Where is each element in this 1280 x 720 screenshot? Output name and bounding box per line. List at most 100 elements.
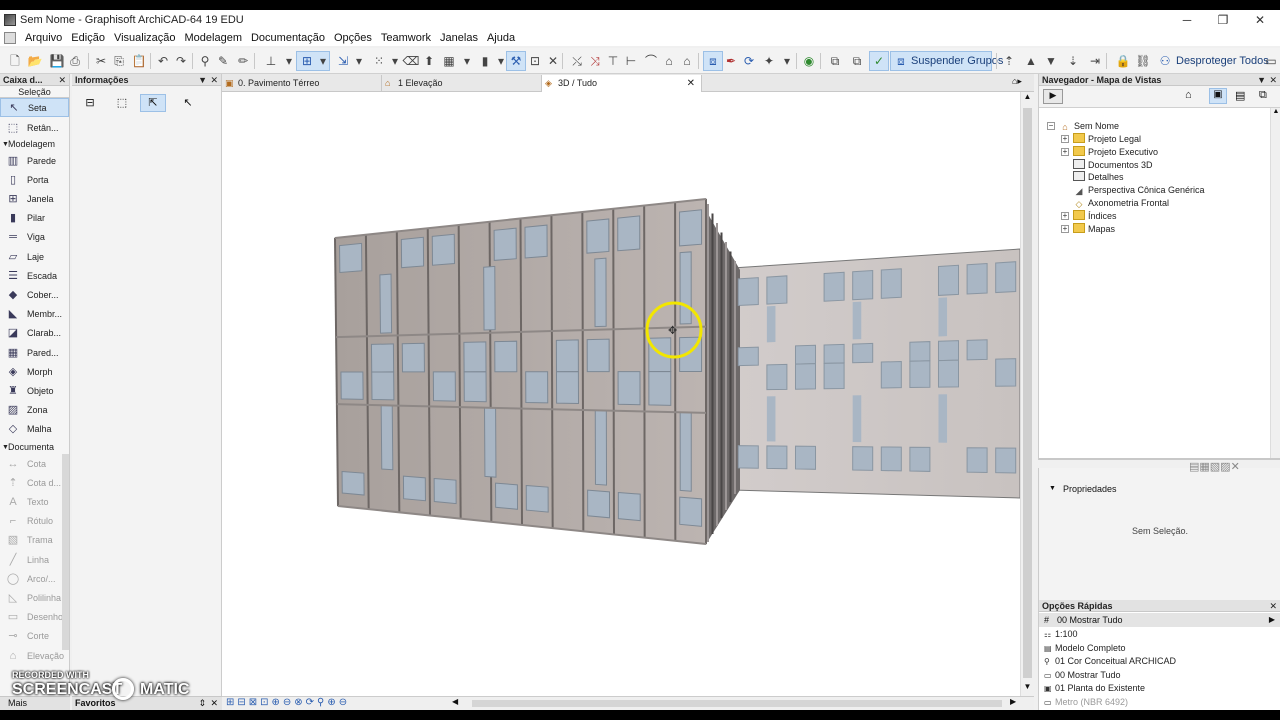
close-icon[interactable]: ✕ [1269,600,1277,611]
properties-header[interactable]: ▼ Propriedades [1039,482,1280,496]
save-icon[interactable]: 💾 [48,52,66,70]
dropdown-arrow-icon[interactable]: ▾ [350,52,368,70]
dropdown-arrow-icon[interactable]: ▾ [314,52,332,70]
close-icon[interactable]: ✕ [58,74,66,85]
scroll-thumb[interactable] [1023,108,1032,678]
panel-menu-icon[interactable]: ▼ [198,74,207,85]
tree-root[interactable]: − ⌂ Sem Nome [1047,120,1119,133]
tree-item-projeto-executivo[interactable]: + Projeto Executivo [1061,145,1158,159]
close-tab-icon[interactable]: ✕ [687,75,695,92]
tool-elevation[interactable]: ⌂ Elevação [0,646,69,665]
trim-icon[interactable]: ⤯ [568,52,586,70]
zoom-controls[interactable]: ⊞⊟⊠⊡⊕⊖⊗⟳⚲⊕⊖ [226,697,350,708]
expand-node-icon[interactable]: + [1061,147,1069,156]
tool-shell[interactable]: ◣ Membr... [0,305,69,324]
tool-skylight[interactable]: ◪ Clarab... [0,324,69,343]
tree-item-mapas[interactable]: + Mapas [1061,222,1115,236]
quick-option-scale[interactable]: ⚏ 1:100 [1039,628,1280,641]
menu-modelagem[interactable]: Modelagem [182,32,248,44]
tool-door[interactable]: ▯ Porta [0,170,69,189]
house-icon[interactable]: ⌂ [678,52,696,70]
dropdown-arrow-icon[interactable]: ▾ [778,52,796,70]
tool-object[interactable]: ♜ Objeto [0,381,69,400]
suspend-groups-button[interactable]: Suspender Grupos [911,52,1003,70]
tool-label[interactable]: ⌐ Rótulo [0,512,69,531]
tab-3d-tudo[interactable]: ◈ 3D / Tudo ✕ [542,75,702,92]
quick-options-header[interactable]: Opções Rápidas ✕ [1039,600,1280,612]
scroll-right-arrow-icon[interactable]: ▶ [1010,697,1016,706]
unlock-icon[interactable]: ⛓ [1134,52,1152,70]
find-select-icon[interactable]: ⚲ [196,52,214,70]
tool-column[interactable]: ▮ Pilar [0,209,69,228]
undo-icon[interactable]: ↶ [154,52,172,70]
expand-node-icon[interactable]: + [1061,211,1069,220]
close-icon[interactable]: ✕ [1269,74,1277,85]
selection-method-icon[interactable]: ⇱ [140,94,166,112]
tool-line[interactable]: ╱ Linha [0,550,69,569]
3d-cutaway-icon[interactable]: ⧈ [704,52,722,70]
inject-icon[interactable]: ✏ [234,52,252,70]
edit-group-icon[interactable]: ✓ [870,52,888,70]
view-map-icon[interactable]: ▣ [1209,88,1227,104]
tool-drawing[interactable]: ▭ Desenho [0,608,69,627]
collapse-arrow-icon[interactable]: ▼ [1049,482,1056,496]
render-icon[interactable]: ✦ [760,52,778,70]
tree-item-documentos-3d[interactable]: Documentos 3D [1073,158,1153,172]
bring-forward-icon[interactable]: ⇡ [1000,52,1018,70]
roof-icon[interactable]: ⌂ [660,52,678,70]
new-file-icon[interactable]: 🗋 [6,52,24,70]
intersect-icon[interactable]: ⊢ [622,52,640,70]
reset-order-icon[interactable]: ⇥ [1086,52,1104,70]
menu-ajuda[interactable]: Ajuda [484,32,521,44]
scroll-up-arrow-icon[interactable]: ▲ [1271,108,1280,115]
tool-beam[interactable]: ═ Viga [0,228,69,247]
document-menu-icon[interactable] [4,32,16,44]
tool-morph[interactable]: ◈ Morph [0,362,69,381]
properties-action-icons[interactable]: ▤▦▧▨✕ [1189,460,1240,473]
scroll-left-arrow-icon[interactable]: ◀ [452,697,458,706]
pointer-icon[interactable]: ⬆ [420,52,438,70]
tab-pavimento-terreo[interactable]: ▣ 0. Pavimento Térreo [222,75,382,92]
target-icon[interactable]: ◉ [800,52,818,70]
quick-option-model-view-options[interactable]: ▤ Modelo Completo [1039,642,1280,655]
tool-roof[interactable]: ◆ Cober... [0,285,69,304]
close-icon[interactable]: ✕ [210,74,218,85]
offset-icon[interactable]: ⊡ [526,52,544,70]
menu-documentacao[interactable]: Documentação [248,32,331,44]
menu-visualizacao[interactable]: Visualização [111,32,182,44]
cross-icon[interactable]: ✕ [544,52,562,70]
magic-wand-icon[interactable]: ⚒ [507,52,525,70]
maximize-button[interactable]: ❐ [1208,12,1238,28]
collapse-node-icon[interactable]: − [1047,122,1055,130]
tool-text[interactable]: A Texto [0,492,69,511]
navigator-scrollbar[interactable]: ▲ [1270,108,1280,458]
navigator-mode-icon[interactable]: ▶ [1043,89,1063,104]
vertical-scrollbar[interactable]: ▲ ▼ [1020,92,1034,696]
move-down-icon[interactable]: ▼ [1042,52,1060,70]
modeling-group-header[interactable]: Modelagem [0,138,69,151]
tab-list-icon[interactable]: ⌂▸ [1012,76,1022,87]
tool-level-dimension[interactable]: ⇡ Cota d... [0,473,69,492]
quick-option-layer-combination[interactable]: ▭ 00 Mostrar Tudo [1039,669,1280,682]
dropdown-arrow-icon[interactable]: ▾ [458,52,476,70]
quick-option-renovation-filter[interactable]: ▣ 01 Planta do Existente [1039,682,1280,695]
copy-icon[interactable]: ⎘ [110,52,128,70]
eraser-icon[interactable]: ⌫ [402,52,420,70]
panel-menu-icon[interactable]: ▼ [1257,74,1266,85]
overflow-icon[interactable]: ▭ [1262,52,1280,70]
marquee-type-icon[interactable]: ⬚ [112,96,132,112]
project-map-icon[interactable]: ⌂ [1185,89,1192,101]
tool-dimension[interactable]: ↔ Cota [0,454,69,473]
close-window-button[interactable]: ✕ [1245,12,1275,28]
3d-viewport[interactable]: ✥ [222,92,1020,696]
minimize-button[interactable]: ─ [1172,12,1202,28]
tree-item-detalhes[interactable]: Detalhes [1073,171,1124,184]
markup-icon[interactable]: ✒ [722,52,740,70]
split-icon[interactable]: ⤨ [586,52,604,70]
layer-icon[interactable]: ▦ [440,52,458,70]
toolbox-scrollbar[interactable] [62,454,69,650]
menu-janelas[interactable]: Janelas [437,32,484,44]
scroll-down-arrow-icon[interactable]: ▼ [1021,682,1034,694]
tool-section[interactable]: ⊸ Corte [0,627,69,646]
geometry-method-icon[interactable]: ⊟ [80,96,100,112]
